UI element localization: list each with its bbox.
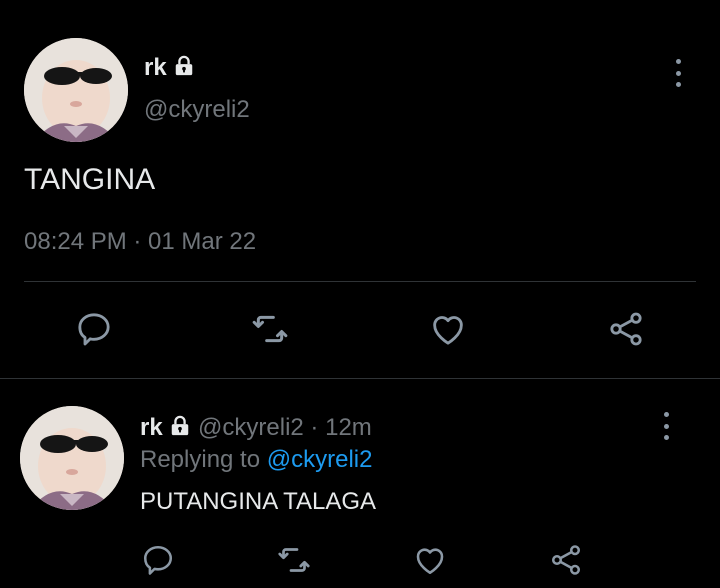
handle[interactable]: @ckyreli2: [144, 96, 250, 124]
more-vertical-icon[interactable]: [662, 412, 670, 440]
reply-handle[interactable]: @ckyreli2: [198, 414, 304, 441]
reply-icon[interactable]: [140, 542, 176, 578]
share-icon[interactable]: [548, 542, 584, 578]
retweet-icon[interactable]: [276, 542, 312, 578]
replying-prefix: Replying to: [140, 446, 261, 473]
reply-display-name[interactable]: rk: [140, 414, 163, 441]
like-icon[interactable]: [412, 542, 448, 578]
avatar[interactable]: [24, 38, 128, 142]
separator: ·: [310, 414, 319, 441]
reply-author-line: rk @ckyreli2 · 12m: [140, 414, 372, 442]
lock-icon: [173, 55, 195, 77]
section-divider: [0, 378, 720, 379]
divider: [24, 281, 696, 282]
author-line: rk: [144, 54, 195, 82]
retweet-icon[interactable]: [250, 309, 290, 349]
share-icon[interactable]: [606, 309, 646, 349]
reply-avatar[interactable]: [20, 406, 124, 510]
reply-avatar-image: [20, 406, 124, 510]
tweet-text: TANGINA: [24, 163, 156, 196]
like-icon[interactable]: [428, 309, 468, 349]
avatar-image: [24, 38, 128, 142]
display-name[interactable]: rk: [144, 54, 167, 81]
more-vertical-icon[interactable]: [674, 59, 682, 87]
replying-to: Replying to @ckyreli2: [140, 446, 372, 474]
reply-text: PUTANGINA TALAGA: [140, 488, 377, 515]
timestamp[interactable]: 08:24 PM · 01 Mar 22: [24, 228, 256, 256]
lock-icon: [169, 415, 191, 437]
reply-age: 12m: [325, 414, 372, 441]
reply-icon[interactable]: [74, 309, 114, 349]
replying-handle-link[interactable]: @ckyreli2: [267, 446, 373, 473]
